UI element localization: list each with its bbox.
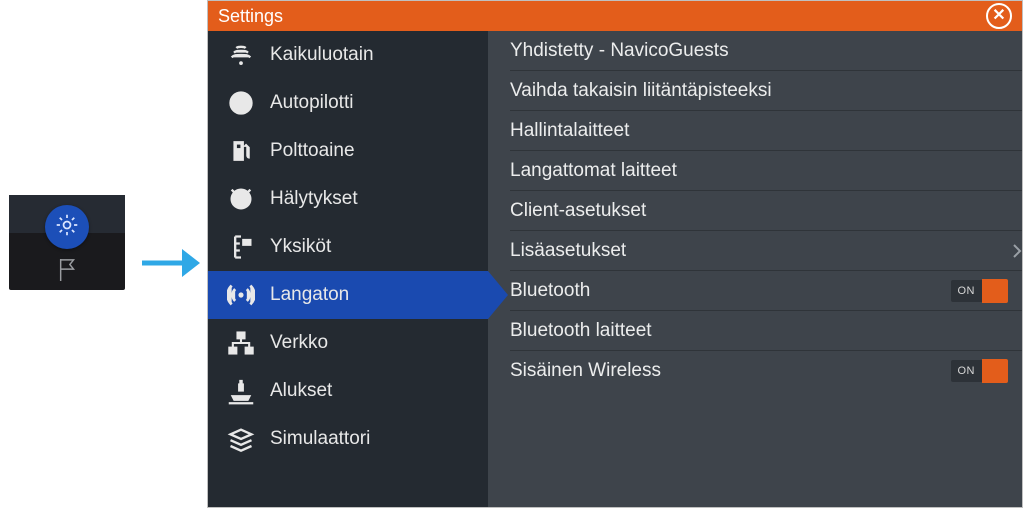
sidebar-item-label: Autopilotti (270, 92, 353, 114)
sidebar-item-label: Yksiköt (270, 236, 331, 258)
sidebar-item-simulator[interactable]: Simulaattori (208, 415, 488, 463)
sidebar-item-label: Hälytykset (270, 188, 358, 210)
close-icon: ✕ (992, 8, 1005, 24)
sidebar-item-label: Alukset (270, 380, 332, 402)
row-internal-wireless[interactable]: Sisäinen Wireless ON (510, 351, 1022, 391)
sidebar-item-wireless[interactable]: Langaton (208, 271, 488, 319)
toggle-state: ON (951, 280, 983, 302)
simulator-icon (222, 425, 260, 453)
units-icon (222, 233, 260, 261)
row-client-settings[interactable]: Client-asetukset (510, 191, 1022, 231)
row-label: Lisäasetukset (510, 240, 1008, 262)
sidebar-item-label: Kaikuluotain (270, 44, 374, 66)
flag-icon (57, 257, 79, 288)
sidebar-item-vessels[interactable]: Alukset (208, 367, 488, 415)
row-connected[interactable]: Yhdistetty - NavicoGuests (510, 31, 1022, 71)
sidebar-item-fuel[interactable]: Polttoaine (208, 127, 488, 175)
row-label: Yhdistetty - NavicoGuests (510, 40, 1008, 62)
sidebar-item-label: Verkko (270, 332, 328, 354)
row-wireless-devices[interactable]: Langattomat laitteet (510, 151, 1022, 191)
dialog-body: Kaikuluotain Autopilotti Polttoaine Häly… (208, 31, 1022, 507)
arrow-right-icon (140, 245, 200, 286)
sidebar-item-label: Langaton (270, 284, 349, 306)
bluetooth-toggle[interactable]: ON (951, 279, 1009, 303)
row-label: Vaihda takaisin liitäntäpisteeksi (510, 80, 1008, 102)
sidebar-item-autopilot[interactable]: Autopilotti (208, 79, 488, 127)
settings-badge[interactable] (45, 205, 89, 249)
gear-icon (54, 212, 80, 243)
sidebar-item-units[interactable]: Yksiköt (208, 223, 488, 271)
dialog-titlebar: Settings ✕ (208, 1, 1022, 31)
row-bluetooth-devices[interactable]: Bluetooth laitteet (510, 311, 1022, 351)
row-label: Sisäinen Wireless (510, 360, 951, 382)
row-label: Client-asetukset (510, 200, 1008, 222)
autopilot-icon (222, 89, 260, 117)
chevron-right-icon (1012, 243, 1022, 265)
wireless-icon (222, 281, 260, 309)
sidebar-item-network[interactable]: Verkko (208, 319, 488, 367)
row-label: Hallintalaitteet (510, 120, 1008, 142)
fuel-icon (222, 137, 260, 165)
content-pane: Yhdistetty - NavicoGuests Vaihda takaisi… (488, 31, 1022, 507)
toggle-knob (982, 359, 1008, 383)
toggle-state: ON (951, 360, 983, 382)
row-bluetooth[interactable]: Bluetooth ON (510, 271, 1022, 311)
row-controllers[interactable]: Hallintalaitteet (510, 111, 1022, 151)
settings-dialog: Settings ✕ Kaikuluotain Autopilotti (207, 0, 1023, 508)
sidebar-item-label: Simulaattori (270, 428, 370, 450)
row-switch-ap[interactable]: Vaihda takaisin liitäntäpisteeksi (510, 71, 1022, 111)
row-label: Bluetooth (510, 280, 951, 302)
row-label: Langattomat laitteet (510, 160, 1008, 182)
sonar-icon (222, 41, 260, 69)
dialog-title: Settings (218, 6, 986, 27)
internal-wireless-toggle[interactable]: ON (951, 359, 1009, 383)
network-icon (222, 329, 260, 357)
toggle-knob (982, 279, 1008, 303)
sidebar-item-alarms[interactable]: Hälytykset (208, 175, 488, 223)
sidebar-item-label: Polttoaine (270, 140, 355, 162)
row-advanced[interactable]: Lisäasetukset (510, 231, 1022, 271)
source-thumbnail (9, 195, 125, 290)
alarm-icon (222, 185, 260, 213)
close-button[interactable]: ✕ (986, 3, 1012, 29)
row-label: Bluetooth laitteet (510, 320, 1008, 342)
vessels-icon (222, 377, 260, 405)
sidebar-item-sonar[interactable]: Kaikuluotain (208, 31, 488, 79)
sidebar: Kaikuluotain Autopilotti Polttoaine Häly… (208, 31, 488, 507)
